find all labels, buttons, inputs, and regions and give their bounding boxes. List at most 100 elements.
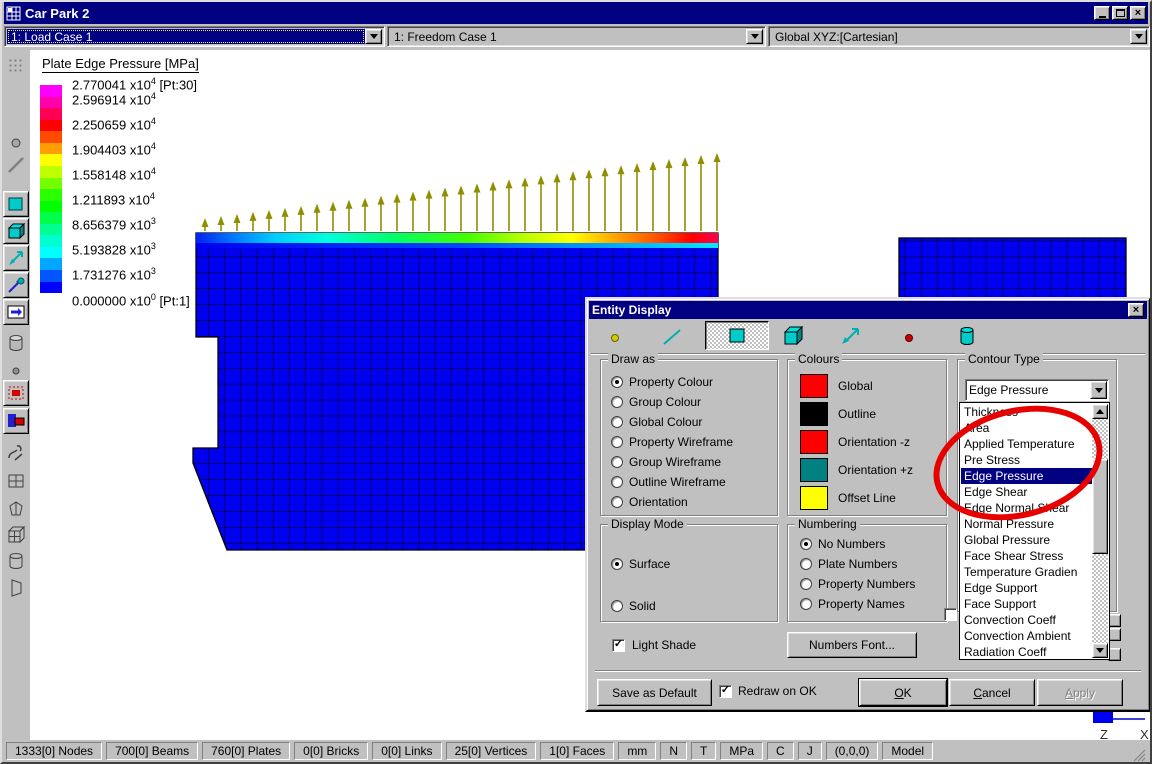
toolbar-drag-handle[interactable]: [8, 58, 24, 72]
prism-wireframe-button[interactable]: [3, 574, 29, 600]
dialog-close-button[interactable]: ×: [1128, 303, 1144, 317]
contour-type-option[interactable]: Global Pressure: [961, 532, 1093, 548]
face-display-button[interactable]: [3, 330, 29, 356]
status-panel[interactable]: mm: [618, 742, 656, 760]
contour-type-option[interactable]: Temperature Gradien: [961, 564, 1093, 580]
brick-display-button[interactable]: [3, 218, 29, 244]
cancel-button[interactable]: Cancel: [949, 679, 1035, 706]
numbering-radio-option[interactable]: Property Names: [800, 594, 946, 614]
ok-button[interactable]: OK: [859, 679, 947, 706]
contour-type-dropdown-button[interactable]: [1090, 381, 1107, 399]
close-button[interactable]: ×: [1130, 6, 1146, 20]
scroll-down-button[interactable]: [1092, 643, 1108, 658]
plate-display-button[interactable]: [3, 191, 29, 217]
contour-type-option[interactable]: Thickness: [961, 404, 1093, 420]
contour-type-option[interactable]: Convection Ambient: [961, 628, 1093, 644]
contour-type-combobox[interactable]: Edge Pressure: [965, 379, 1109, 401]
list-scrollbar[interactable]: [1092, 404, 1108, 658]
freedom-case-dropdown-button[interactable]: [746, 29, 763, 44]
numbers-font-button[interactable]: Numbers Font...: [787, 632, 917, 658]
contour-type-option[interactable]: Pre Stress: [961, 452, 1093, 468]
contour-type-option[interactable]: Area: [961, 420, 1093, 436]
draw-as-radio-option[interactable]: Group Wireframe: [611, 452, 777, 472]
display-mode-radio-option[interactable]: Surface: [611, 543, 777, 585]
status-panel[interactable]: 760[0] Plates: [202, 742, 290, 760]
plate-grid-button[interactable]: [3, 468, 29, 494]
contour-type-option[interactable]: Convection Coeff: [961, 612, 1093, 628]
contour-type-option[interactable]: Radiation Coeff: [961, 644, 1093, 658]
contour-type-option[interactable]: Applied Temperature: [961, 436, 1093, 452]
draw-as-radio-option[interactable]: Property Colour: [611, 372, 777, 392]
colour-swatch[interactable]: [800, 486, 828, 510]
plate-wireframe-button[interactable]: [3, 496, 29, 522]
title-bar[interactable]: Car Park 2 ×: [4, 2, 1148, 24]
numbering-radio-option[interactable]: No Numbers: [800, 534, 946, 554]
draw-as-radio-option[interactable]: Property Wireframe: [611, 432, 777, 452]
cylinder-wireframe-button[interactable]: [3, 548, 29, 574]
checkbox-icon[interactable]: [612, 639, 625, 652]
status-panel[interactable]: 1[0] Faces: [540, 742, 614, 760]
status-panel[interactable]: (0,0,0): [826, 742, 879, 760]
contour-type-option[interactable]: Normal Pressure: [961, 516, 1093, 532]
vertex-tab-button[interactable]: [899, 327, 919, 350]
colour-swatch[interactable]: [800, 374, 828, 398]
load-case-combobox[interactable]: 1: Load Case 1: [4, 26, 385, 47]
numbering-radio-option[interactable]: Property Numbers: [800, 574, 946, 594]
freedom-case-combobox[interactable]: 1: Freedom Case 1: [387, 26, 766, 47]
beam-display-button[interactable]: [3, 152, 29, 178]
hidden-checkbox[interactable]: [944, 608, 957, 621]
link-display-button[interactable]: [3, 245, 29, 271]
status-panel[interactable]: T: [691, 742, 716, 760]
status-panel[interactable]: Model: [882, 742, 933, 760]
status-panel[interactable]: 0[0] Bricks: [294, 742, 368, 760]
select-region-button[interactable]: [3, 380, 29, 406]
contour-type-option[interactable]: Face Support: [961, 596, 1093, 612]
link-tab-button[interactable]: [837, 324, 863, 351]
colour-swatch[interactable]: [800, 458, 828, 482]
numbering-radio-option[interactable]: Plate Numbers: [800, 554, 946, 574]
light-shade-option[interactable]: Light Shade: [612, 638, 696, 652]
draw-as-radio-option[interactable]: Group Colour: [611, 392, 777, 412]
status-panel[interactable]: 25[0] Vertices: [446, 742, 537, 760]
status-panel[interactable]: MPa: [720, 742, 763, 760]
status-panel[interactable]: 1333[0] Nodes: [6, 742, 102, 760]
select-entity-button[interactable]: [3, 408, 29, 434]
contour-type-option[interactable]: Face Shear Stress: [961, 548, 1093, 564]
coordinate-system-combobox[interactable]: Global XYZ:[Cartesian]: [768, 26, 1150, 47]
scroll-up-button[interactable]: [1092, 404, 1108, 419]
contour-type-option[interactable]: Edge Normal Shear: [961, 500, 1093, 516]
load-path-display-button[interactable]: [3, 299, 29, 325]
resize-grip-icon[interactable]: [1132, 748, 1146, 762]
maximize-button[interactable]: [1112, 6, 1128, 20]
dialog-title-bar[interactable]: Entity Display ×: [589, 301, 1147, 319]
face-tab-button[interactable]: [955, 323, 979, 352]
beam-tab-button[interactable]: [659, 325, 685, 352]
status-panel[interactable]: C: [767, 742, 794, 760]
contour-type-option[interactable]: Edge Support: [961, 580, 1093, 596]
brick-wireframe-button[interactable]: [3, 522, 29, 548]
status-panel[interactable]: 700[0] Beams: [106, 742, 198, 760]
status-panel[interactable]: 0[0] Links: [372, 742, 441, 760]
node-tab-button[interactable]: [605, 327, 625, 350]
checkbox-icon[interactable]: [719, 685, 732, 698]
load-case-dropdown-button[interactable]: [365, 29, 382, 44]
contour-type-option[interactable]: Edge Shear: [961, 484, 1093, 500]
brick-tab-button[interactable]: [780, 323, 806, 352]
vertex-display-button[interactable]: [3, 272, 29, 298]
save-as-default-button[interactable]: Save as Default: [597, 679, 712, 706]
draw-as-radio-option[interactable]: Orientation: [611, 492, 777, 512]
draw-as-radio-option[interactable]: Outline Wireframe: [611, 472, 777, 492]
status-panel[interactable]: J: [798, 742, 822, 760]
scrollbar-thumb[interactable]: [1092, 459, 1108, 554]
minimize-button[interactable]: [1094, 6, 1110, 20]
contour-type-option[interactable]: Edge Pressure: [961, 468, 1093, 484]
status-panel[interactable]: N: [660, 742, 687, 760]
draw-as-radio-option[interactable]: Global Colour: [611, 412, 777, 432]
colour-swatch[interactable]: [800, 430, 828, 454]
display-mode-radio-option[interactable]: Solid: [611, 585, 777, 627]
plate-tab-button[interactable]: [705, 321, 769, 350]
redraw-on-ok-option[interactable]: Redraw on OK: [719, 684, 817, 698]
link-wireframe-button[interactable]: [3, 440, 29, 466]
apply-button[interactable]: Apply: [1037, 679, 1123, 706]
coordinate-system-dropdown-button[interactable]: [1130, 29, 1147, 44]
